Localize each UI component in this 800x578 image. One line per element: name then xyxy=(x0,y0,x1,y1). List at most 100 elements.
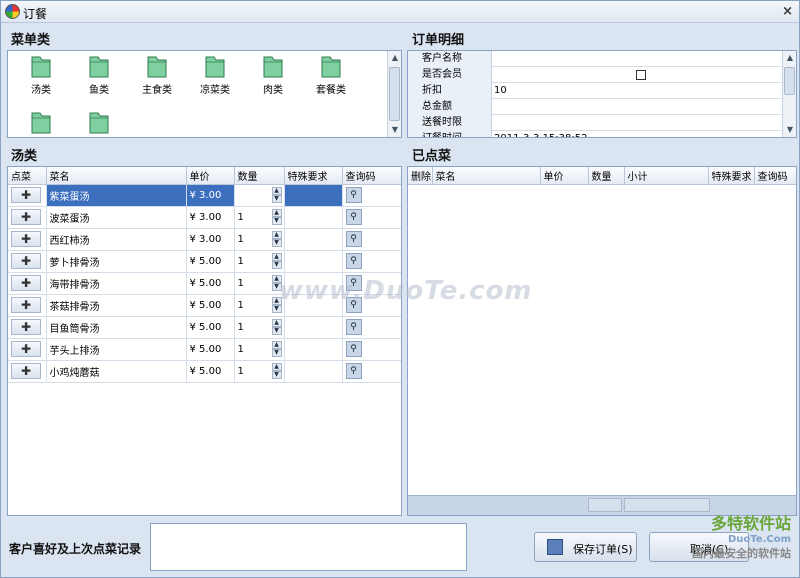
special-request-cell[interactable] xyxy=(284,184,343,207)
dish-row[interactable]: ✚ 西红柿汤 ¥ 3.00 1 ▲ ▼ ⚲ xyxy=(8,228,401,251)
dish-column-header[interactable]: 单价 xyxy=(186,167,235,185)
add-dish-button[interactable]: ✚ xyxy=(11,209,41,225)
spinner-icon[interactable]: ▲ ▼ xyxy=(271,318,282,336)
add-dish-button[interactable]: ✚ xyxy=(11,187,41,203)
dish-qty[interactable]: 1 xyxy=(238,278,244,289)
scroll-down-icon[interactable]: ▼ xyxy=(783,123,796,137)
quantity-stepper[interactable]: 1 ▲ ▼ xyxy=(234,250,285,273)
quantity-stepper[interactable]: 1 ▲ ▼ xyxy=(234,206,285,229)
dish-column-header[interactable]: 查询码 xyxy=(342,167,401,185)
quantity-stepper[interactable]: 1 ▲ ▼ xyxy=(234,272,285,295)
dish-qty[interactable]: 1 xyxy=(238,344,244,355)
dish-row[interactable]: ✚ 芋头上排汤 ¥ 5.00 1 ▲ ▼ ⚲ xyxy=(8,338,401,361)
add-cell: ✚ xyxy=(8,206,47,229)
category-scrollbar[interactable]: ▲ ▼ xyxy=(387,51,401,137)
category-item[interactable] xyxy=(16,109,66,137)
scroll-thumb[interactable] xyxy=(784,67,795,95)
special-request-cell[interactable] xyxy=(284,316,343,339)
category-item[interactable]: 鱼类 xyxy=(74,53,124,96)
dish-qty[interactable]: 1 xyxy=(238,322,244,333)
quantity-stepper[interactable]: 1 ▲ ▼ xyxy=(234,228,285,251)
scroll-thumb[interactable] xyxy=(389,67,400,121)
dish-row[interactable]: ✚ 目鱼筒骨汤 ¥ 5.00 1 ▲ ▼ ⚲ xyxy=(8,316,401,339)
query-code-cell: ⚲ xyxy=(342,360,401,383)
binoculars-icon[interactable]: ⚲ xyxy=(345,187,362,203)
spinner-icon[interactable]: ▲ ▼ xyxy=(271,340,282,358)
special-request-cell[interactable] xyxy=(284,250,343,273)
dish-qty[interactable]: 1 xyxy=(238,256,244,267)
quantity-stepper[interactable]: 1 ▲ ▼ xyxy=(234,184,285,207)
add-dish-button[interactable]: ✚ xyxy=(11,275,41,291)
add-dish-button[interactable]: ✚ xyxy=(11,297,41,313)
special-request-cell[interactable] xyxy=(284,360,343,383)
spinner-icon[interactable]: ▲ ▼ xyxy=(271,230,282,248)
dish-column-header[interactable]: 点菜 xyxy=(8,167,47,185)
dish-column-header[interactable]: 特殊要求 xyxy=(284,167,343,185)
category-item[interactable]: 主食类 xyxy=(132,53,182,96)
special-request-cell[interactable] xyxy=(284,338,343,361)
category-item[interactable]: 套餐类 xyxy=(306,53,356,96)
scroll-up-icon[interactable]: ▲ xyxy=(388,51,402,65)
category-item[interactable]: 肉类 xyxy=(248,53,298,96)
dish-column-header[interactable]: 数量 xyxy=(234,167,285,185)
detail-label: 订餐时间 xyxy=(408,131,492,137)
save-order-button[interactable]: 保存订单(S) xyxy=(534,532,637,562)
dish-column-header[interactable]: 菜名 xyxy=(46,167,187,185)
spinner-icon[interactable]: ▲ ▼ xyxy=(271,252,282,270)
quantity-stepper[interactable]: 1 ▲ ▼ xyxy=(234,294,285,317)
spinner-icon[interactable]: ▲ ▼ xyxy=(271,208,282,226)
special-request-cell[interactable] xyxy=(284,206,343,229)
binoculars-icon[interactable]: ⚲ xyxy=(345,231,362,247)
ordered-column-header[interactable]: 菜名 xyxy=(432,167,541,185)
dish-row[interactable]: ✚ 紫菜蛋汤 ¥ 3.00 1 ▲ ▼ ⚲ xyxy=(8,184,401,207)
binoculars-icon[interactable]: ⚲ xyxy=(345,319,362,335)
ordered-column-header[interactable]: 数量 xyxy=(588,167,625,185)
category-item[interactable] xyxy=(74,109,124,137)
history-textarea[interactable] xyxy=(150,523,467,571)
binoculars-icon[interactable]: ⚲ xyxy=(345,363,362,379)
dish-row[interactable]: ✚ 萝卜排骨汤 ¥ 5.00 1 ▲ ▼ ⚲ xyxy=(8,250,401,273)
folder-icon xyxy=(320,53,342,79)
add-dish-button[interactable]: ✚ xyxy=(11,363,41,379)
dish-row[interactable]: ✚ 小鸡炖蘑菇 ¥ 5.00 1 ▲ ▼ ⚲ xyxy=(8,360,401,383)
detail-value[interactable]: 10 xyxy=(494,83,507,99)
ordered-column-header[interactable]: 单价 xyxy=(540,167,589,185)
dish-price: ¥ 3.00 xyxy=(186,228,235,251)
quantity-stepper[interactable]: 1 ▲ ▼ xyxy=(234,338,285,361)
detail-scrollbar[interactable]: ▲ ▼ xyxy=(782,51,796,137)
spinner-icon[interactable]: ▲ ▼ xyxy=(271,186,282,204)
add-cell: ✚ xyxy=(8,250,47,273)
quantity-stepper[interactable]: 1 ▲ ▼ xyxy=(234,360,285,383)
scroll-down-icon[interactable]: ▼ xyxy=(388,123,402,137)
close-icon[interactable]: × xyxy=(782,4,793,19)
category-item[interactable]: 凉菜类 xyxy=(190,53,240,96)
add-dish-button[interactable]: ✚ xyxy=(11,319,41,335)
special-request-cell[interactable] xyxy=(284,228,343,251)
ordered-column-header[interactable]: 特殊要求 xyxy=(708,167,755,185)
dish-qty[interactable]: 1 xyxy=(238,300,244,311)
binoculars-icon[interactable]: ⚲ xyxy=(345,341,362,357)
dish-qty[interactable]: 1 xyxy=(238,212,244,223)
category-item[interactable]: 汤类 xyxy=(16,53,66,96)
member-checkbox[interactable] xyxy=(636,70,646,80)
dish-price: ¥ 3.00 xyxy=(186,206,235,229)
ordered-column-header[interactable]: 删除 xyxy=(408,167,433,185)
quantity-stepper[interactable]: 1 ▲ ▼ xyxy=(234,316,285,339)
ordered-column-header[interactable]: 查询码 xyxy=(754,167,796,185)
add-cell: ✚ xyxy=(8,360,47,383)
add-dish-button[interactable]: ✚ xyxy=(11,341,41,357)
binoculars-icon[interactable]: ⚲ xyxy=(345,253,362,269)
add-dish-button[interactable]: ✚ xyxy=(11,231,41,247)
detail-value[interactable]: 2011-3-3 15:38:52 xyxy=(494,131,587,137)
ordered-column-header[interactable]: 小计 xyxy=(624,167,709,185)
add-dish-button[interactable]: ✚ xyxy=(11,253,41,269)
dish-qty[interactable]: 1 xyxy=(238,190,244,201)
query-code-cell: ⚲ xyxy=(342,228,401,251)
dish-row[interactable]: ✚ 波菜蛋汤 ¥ 3.00 1 ▲ ▼ ⚲ xyxy=(8,206,401,229)
spinner-icon[interactable]: ▲ ▼ xyxy=(271,362,282,380)
dish-qty[interactable]: 1 xyxy=(238,234,244,245)
category-label: 鱼类 xyxy=(89,85,109,96)
binoculars-icon[interactable]: ⚲ xyxy=(345,209,362,225)
scroll-up-icon[interactable]: ▲ xyxy=(783,51,796,65)
dish-qty[interactable]: 1 xyxy=(238,366,244,377)
